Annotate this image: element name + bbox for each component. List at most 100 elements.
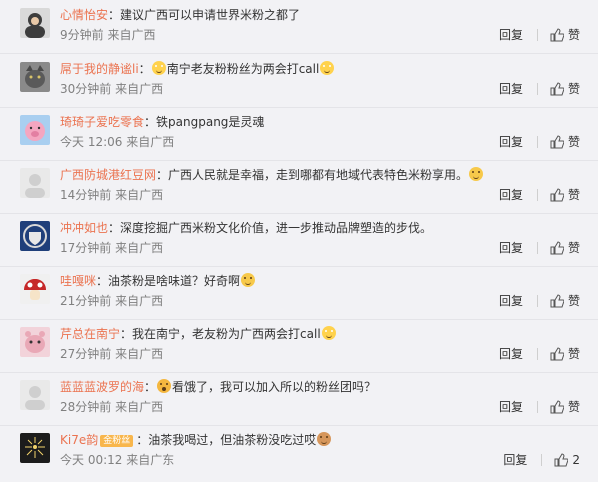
- comment-item: 屌于我的静谧li： 南宁老友粉粉丝为两会打call 30分钟前 来自广西 回复 赞: [0, 54, 598, 108]
- thumbs-up-icon[interactable]: [550, 82, 565, 96]
- like-button[interactable]: 赞: [568, 399, 580, 415]
- thumbs-up-icon[interactable]: [550, 347, 565, 361]
- comment-meta: 28分钟前 来自广西: [60, 399, 163, 415]
- comment-actions: 回复 赞: [499, 240, 580, 256]
- avatar[interactable]: [20, 62, 50, 92]
- actions-divider: [536, 83, 538, 95]
- shocked-emoji-icon: [157, 379, 172, 393]
- comment-time: 今天 00:12: [60, 453, 123, 467]
- like-button[interactable]: 赞: [568, 27, 580, 43]
- avatar-portrait-icon: [20, 8, 50, 38]
- comment-time: 27分钟前: [60, 347, 112, 361]
- reply-button[interactable]: 回复: [499, 399, 523, 415]
- thumbs-up-icon[interactable]: [550, 294, 565, 308]
- comment-time: 21分钟前: [60, 294, 112, 308]
- comment-username[interactable]: 心情怡安: [60, 8, 108, 22]
- comment-text: 广西人民就是幸福，走到哪都有地域代表特色米粉享用。: [168, 168, 469, 182]
- smile-emoji-icon: [241, 273, 256, 287]
- avatar[interactable]: [20, 327, 50, 357]
- comment-source: 来自广西: [126, 135, 175, 149]
- comment-text: 油茶我喝过，但油茶粉没吃过哎: [148, 433, 317, 447]
- avatar[interactable]: [20, 380, 50, 410]
- comment-item: 哇嘎咪：油茶粉是啥味道？好奇啊 21分钟前 来自广西 回复 赞: [0, 266, 598, 320]
- comment-item: 蓝蓝蓝波罗的海： 看饿了，我可以加入所以的粉丝团吗？ 28分钟前 来自广西 回复 赞: [0, 372, 598, 426]
- reply-button[interactable]: 回复: [499, 240, 523, 256]
- crying-emoji-icon: [320, 61, 335, 75]
- actions-divider: [536, 295, 538, 307]
- gold-fan-badge[interactable]: 金粉丝: [100, 435, 134, 447]
- actions-divider: [536, 242, 538, 254]
- avatar[interactable]: [20, 8, 50, 38]
- comment-meta: 今天 12:06 来自广西: [60, 134, 174, 150]
- actions-divider: [541, 454, 543, 466]
- crying-emoji-icon: [321, 326, 336, 340]
- reply-button[interactable]: 回复: [499, 346, 523, 362]
- comment-actions: 回复 赞: [499, 293, 580, 309]
- actions-divider: [536, 401, 538, 413]
- comment-text: 看饿了，我可以加入所以的粉丝团吗？: [172, 380, 377, 394]
- like-button[interactable]: 赞: [568, 187, 580, 203]
- comment-text: 南宁老友粉粉丝为两会打call: [166, 62, 320, 76]
- avatar[interactable]: [20, 221, 50, 251]
- comment-item: 心情怡安：建议广西可以申请世界米粉之都了 9分钟前 来自广西 回复 赞: [0, 0, 598, 54]
- comment-text: 油茶粉是啥味道？好奇啊: [108, 274, 241, 288]
- crying-emoji-icon: [151, 61, 166, 75]
- comment-text: 建议广西可以申请世界米粉之都了: [120, 8, 301, 22]
- comment-time: 30分钟前: [60, 82, 112, 96]
- reply-button[interactable]: 回复: [499, 187, 523, 203]
- comment-username[interactable]: 琦琦子爱吃零食: [60, 115, 144, 129]
- avatar-cat-icon: [20, 62, 50, 92]
- comment-source: 来自广西: [115, 188, 164, 202]
- comment-meta: 21分钟前 来自广西: [60, 293, 163, 309]
- comment-username[interactable]: 哇嘎咪: [60, 274, 96, 288]
- avatar[interactable]: [20, 115, 50, 145]
- reply-button[interactable]: 回复: [499, 81, 523, 97]
- comment-username[interactable]: 冲冲如也: [60, 221, 108, 235]
- comment-username[interactable]: 蓝蓝蓝波罗的海: [60, 380, 144, 394]
- avatar[interactable]: [20, 274, 50, 304]
- comment-actions: 回复 赞: [499, 346, 580, 362]
- comment-username[interactable]: Ki7e韵: [60, 433, 98, 447]
- thumbs-up-icon[interactable]: [554, 453, 569, 467]
- avatar-fireworks-icon: [20, 433, 50, 463]
- actions-divider: [536, 29, 538, 41]
- like-count[interactable]: 2: [572, 452, 580, 468]
- actions-divider: [536, 136, 538, 148]
- thumbs-up-icon[interactable]: [550, 188, 565, 202]
- comment-username[interactable]: 屌于我的静谧li: [60, 62, 139, 76]
- comment-text-line: Ki7e韵 金粉丝 ：油茶我喝过，但油茶粉没吃过哎: [60, 431, 580, 449]
- thumbs-up-icon[interactable]: [550, 241, 565, 255]
- like-button[interactable]: 赞: [568, 293, 580, 309]
- default-avatar-icon: [20, 380, 50, 410]
- thumbs-up-icon[interactable]: [550, 135, 565, 149]
- comment-text: 铁pangpang是灵魂: [156, 115, 265, 129]
- like-button[interactable]: 赞: [568, 240, 580, 256]
- reply-button[interactable]: 回复: [499, 27, 523, 43]
- comment-username[interactable]: 芹总在南宁: [60, 327, 120, 341]
- comment-source: 来自广西: [115, 241, 164, 255]
- comment-time: 28分钟前: [60, 400, 112, 414]
- comment-source: 来自广西: [115, 82, 164, 96]
- comment-text-line: 广西防城港红豆网：广西人民就是幸福，走到哪都有地域代表特色米粉享用。: [60, 166, 580, 184]
- comment-actions: 回复 2: [503, 452, 580, 468]
- comment-item: 广西防城港红豆网：广西人民就是幸福，走到哪都有地域代表特色米粉享用。 14分钟前…: [0, 160, 598, 214]
- comment-time: 14分钟前: [60, 188, 112, 202]
- comment-text-line: 心情怡安：建议广西可以申请世界米粉之都了: [60, 8, 301, 22]
- reply-button[interactable]: 回复: [499, 293, 523, 309]
- like-button[interactable]: 赞: [568, 346, 580, 362]
- like-button[interactable]: 赞: [568, 134, 580, 150]
- comment-item: 冲冲如也：深度挖掘广西米粉文化价值，进一步推动品牌塑造的步伐。 17分钟前 来自…: [0, 213, 598, 267]
- avatar-crest-icon: [20, 221, 50, 251]
- avatar[interactable]: [20, 433, 50, 463]
- comment-actions: 回复 赞: [499, 134, 580, 150]
- comment-username[interactable]: 广西防城港红豆网: [60, 168, 156, 182]
- thumbs-up-icon[interactable]: [550, 28, 565, 42]
- comment-text: 深度挖掘广西米粉文化价值，进一步推动品牌塑造的步伐。: [120, 221, 433, 235]
- like-button[interactable]: 赞: [568, 81, 580, 97]
- avatar-pet-icon: [20, 327, 50, 357]
- reply-button[interactable]: 回复: [503, 452, 527, 468]
- smile-emoji-icon: [469, 167, 484, 181]
- thumbs-up-icon[interactable]: [550, 400, 565, 414]
- avatar[interactable]: [20, 168, 50, 198]
- reply-button[interactable]: 回复: [499, 134, 523, 150]
